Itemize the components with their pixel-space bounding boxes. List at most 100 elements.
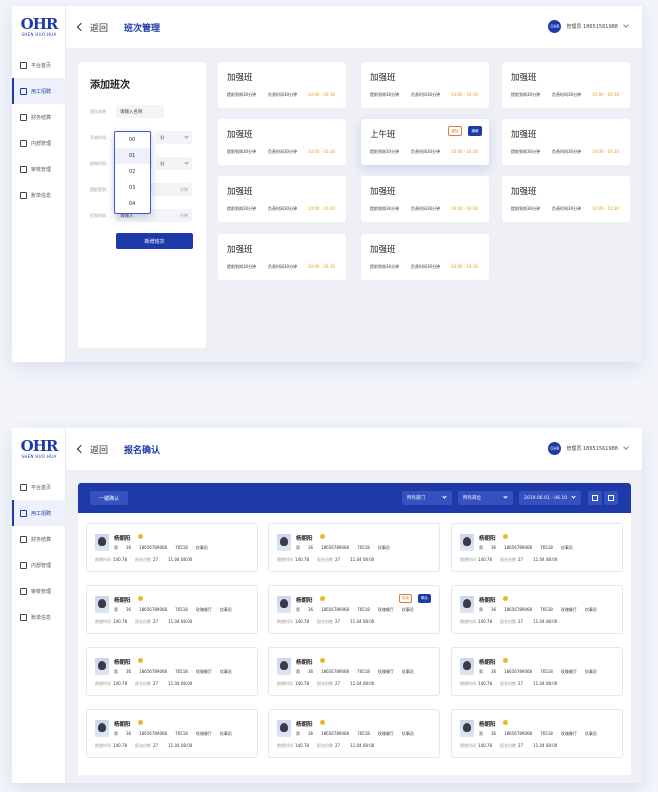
shift-card[interactable]: 加强班 提前到岗30分钟 负责时间30分钟 10:00 - 16:30 [361, 62, 489, 108]
start-minute-select[interactable]: 分 [156, 131, 192, 144]
shift-early-signin: 提前到岗30分钟 [511, 149, 541, 154]
applicant-name: 杨朝阳 [479, 660, 496, 666]
back-button[interactable]: 返回 [76, 21, 108, 34]
dropdown-option[interactable]: 00 [115, 132, 150, 148]
applicant-card[interactable]: 杨朝阳男 36 18656789068 76518 玫瑰餐厅 炊事员 期望时间 140.78 报… [268, 585, 440, 634]
brand-logo: OHR SHEN HUO HUA [20, 16, 59, 42]
list-view-button[interactable] [604, 491, 618, 505]
applicant-card[interactable]: 杨朝阳男 36 18656789068 76518 玫瑰餐厅 炊事员 期望时间 140.78 报… [268, 647, 440, 696]
chevron-left-icon [76, 22, 86, 32]
applicant-position: 炊事员 [584, 669, 597, 674]
dropdown-option[interactable]: 02 [115, 164, 150, 180]
signup-date: 11.04 08:00 [533, 557, 558, 562]
home-icon [20, 483, 27, 491]
sidebar-item[interactable]: 内部管理 [12, 552, 66, 578]
shift-late-signin: 负责时间30分钟 [552, 206, 582, 211]
confirm-all-button[interactable]: 一键确认 [90, 491, 128, 505]
applicant-store: 玫瑰餐厅 [195, 607, 212, 612]
applicant-gender: 男 [296, 731, 300, 736]
sidebar-item[interactable]: 财务结算 [12, 526, 66, 552]
applicant-card[interactable]: 杨朝阳男 36 18656789068 76518 玫瑰餐厅 炊事员 期望时间 140.78 报… [451, 585, 623, 634]
sidebar-item[interactable]: 平台首页 [12, 474, 66, 500]
grid-view-button[interactable] [588, 491, 602, 505]
user-menu[interactable]: OHR 管理员 18651561988 [548, 20, 629, 33]
applicant-card[interactable]: 杨朝阳男 36 18656789068 76518 炊事员 期望时间 140.78 报名份数 2… [86, 523, 258, 572]
sidebar-item[interactable]: 账单信息 [12, 182, 66, 208]
meta-value: 140.78 [113, 743, 127, 748]
signup-date: 11.04 08:00 [350, 557, 375, 562]
sidebar-item[interactable]: 用工招聘 [12, 78, 66, 104]
shift-card[interactable]: 加强班 提前到岗30分钟 负责时间30分钟 10:00 - 16:30 [218, 119, 346, 165]
confirm-button[interactable]: 确认 [418, 594, 431, 603]
applicant-position: 炊事员 [401, 607, 414, 612]
applicant-card[interactable]: 杨朝阳男 36 18656789068 76518 玫瑰餐厅 炊事员 期望时间 140.78 报… [451, 647, 623, 696]
shift-late-signin: 负责时间30分钟 [552, 92, 582, 97]
applicant-info: 男 36 18656789068 76518 玫瑰餐厅 炊事员 [114, 607, 240, 613]
sidebar-item[interactable]: 账单信息 [12, 604, 66, 630]
sidebar-item[interactable]: 用工招聘 [12, 500, 66, 526]
applicant-store: 玫瑰餐厅 [195, 669, 212, 674]
applicant-card[interactable]: 杨朝阳男 36 18656789068 76518 玫瑰餐厅 炊事员 期望时间 140.78 报… [86, 585, 258, 634]
shift-card[interactable]: 加强班 提前到岗30分钟 负责时间30分钟 10:00 - 16:30 [502, 119, 630, 165]
applicant-card[interactable]: 杨朝阳男 36 18656789068 76518 玫瑰餐厅 炊事员 期望时间 140.78 报… [451, 709, 623, 758]
applicant-store: 玫瑰餐厅 [377, 731, 394, 736]
shift-card[interactable]: 加强班 提前到岗30分钟 负责时间30分钟 10:00 - 16:30 [361, 176, 489, 222]
meta-label: 报名份数 [500, 681, 516, 686]
applicant-phone: 18656789068 [139, 731, 168, 736]
applicant-info: 男 36 18656789068 76518 玫瑰餐厅 炊事员 [479, 669, 605, 675]
signup-date: 11.04 08:00 [350, 619, 375, 624]
applicant-card[interactable]: 杨朝阳男 36 18656789068 76518 玫瑰餐厅 炊事员 期望时间 140.78 报… [268, 709, 440, 758]
shift-early-signin: 提前到岗30分钟 [370, 264, 400, 269]
shift-early-signin: 提前到岗30分钟 [370, 92, 400, 97]
date-range-select[interactable]: 2019.06.01 - 06.10 [519, 491, 581, 505]
add-shift-button[interactable]: 新增班次 [116, 233, 193, 249]
shift-late-signin: 负责时间30分钟 [268, 149, 298, 154]
applicant-card[interactable]: 杨朝阳男 36 18656789068 76518 炊事员 期望时间 140.78 报名份数 2… [451, 523, 623, 572]
meta-value: 27 [153, 619, 159, 624]
shift-card[interactable]: 加强班 提前到岗30分钟 负责时间30分钟 10:00 - 16:30 [502, 62, 630, 108]
sidebar-item-label: 平台首页 [31, 484, 52, 491]
sidebar-item[interactable]: 平台首页 [12, 52, 66, 78]
chevron-down-icon [571, 494, 576, 499]
shift-card[interactable]: 加强班 提前到岗30分钟 负责时间30分钟 10:00 - 16:30 [218, 176, 346, 222]
dropdown-option[interactable]: 04 [115, 196, 150, 212]
end-minute-select[interactable]: 分 [156, 157, 192, 170]
sidebar-item[interactable]: 审核管理 [12, 578, 66, 604]
shift-late-signin: 负责时间30分钟 [411, 149, 441, 154]
reject-button[interactable]: 拒绝 [399, 594, 412, 603]
shift-card[interactable]: 加强班 提前到岗30分钟 负责时间30分钟 10:00 - 16:30 [218, 62, 346, 108]
user-menu[interactable]: OHR 管理员 18651561988 [548, 442, 629, 455]
applicant-phone: 18656789068 [504, 607, 533, 612]
shift-name-input[interactable]: 请输入名称 [116, 105, 164, 118]
department-select[interactable]: 所有部门 [402, 491, 452, 505]
chevron-down-icon [623, 444, 629, 450]
applicant-card[interactable]: 杨朝阳男 36 18656789068 76518 玫瑰餐厅 炊事员 期望时间 140.78 报… [86, 709, 258, 758]
applicant-card[interactable]: 杨朝阳男 36 18656789068 76518 炊事员 期望时间 140.78 报名份数 2… [268, 523, 440, 572]
applicant-meta: 期望时间 140.78 报名份数 27 11.04 08:00 [460, 743, 565, 749]
position-select[interactable]: 所有岗位 [458, 491, 513, 505]
verified-badge-icon [503, 534, 508, 539]
signup-date: 11.04 08:00 [533, 681, 558, 686]
applicant-phone: 18656789068 [321, 669, 350, 674]
department-value: 所有部门 [407, 496, 425, 501]
sidebar-item[interactable]: 审核管理 [12, 156, 66, 182]
signup-date: 11.04 08:00 [350, 743, 375, 748]
shift-name-label: 班次名称 [90, 108, 106, 114]
dropdown-option[interactable]: 03 [115, 180, 150, 196]
back-button[interactable]: 返回 [76, 443, 108, 456]
applicant-height: 76518 [175, 731, 188, 736]
shift-card[interactable]: 加强班 提前到岗30分钟 负责时间30分钟 10:00 - 16:30 [502, 176, 630, 222]
applicant-photo [95, 720, 109, 737]
sidebar-item[interactable]: 财务结算 [12, 104, 66, 130]
shift-card[interactable]: 上午班 提前到岗30分钟 负责时间30分钟 10:00 - 16:30 删除 编辑 [361, 119, 489, 165]
edit-button[interactable]: 编辑 [468, 126, 482, 136]
applicant-card[interactable]: 杨朝阳男 36 18656789068 76518 玫瑰餐厅 炊事员 期望时间 140.78 报… [86, 647, 258, 696]
shift-card[interactable]: 加强班 提前到岗30分钟 负责时间30分钟 10:00 - 16:30 [361, 234, 489, 280]
shift-time: 10:00 - 16:30 [308, 149, 336, 154]
applicant-photo [460, 720, 474, 737]
sidebar-item[interactable]: 内部管理 [12, 130, 66, 156]
delete-button[interactable]: 删除 [448, 126, 462, 136]
shift-card[interactable]: 加强班 提前到岗30分钟 负责时间30分钟 10:00 - 16:30 [218, 234, 346, 280]
dropdown-option[interactable]: 01 [115, 148, 150, 164]
applicant-position: 炊事员 [219, 669, 232, 674]
